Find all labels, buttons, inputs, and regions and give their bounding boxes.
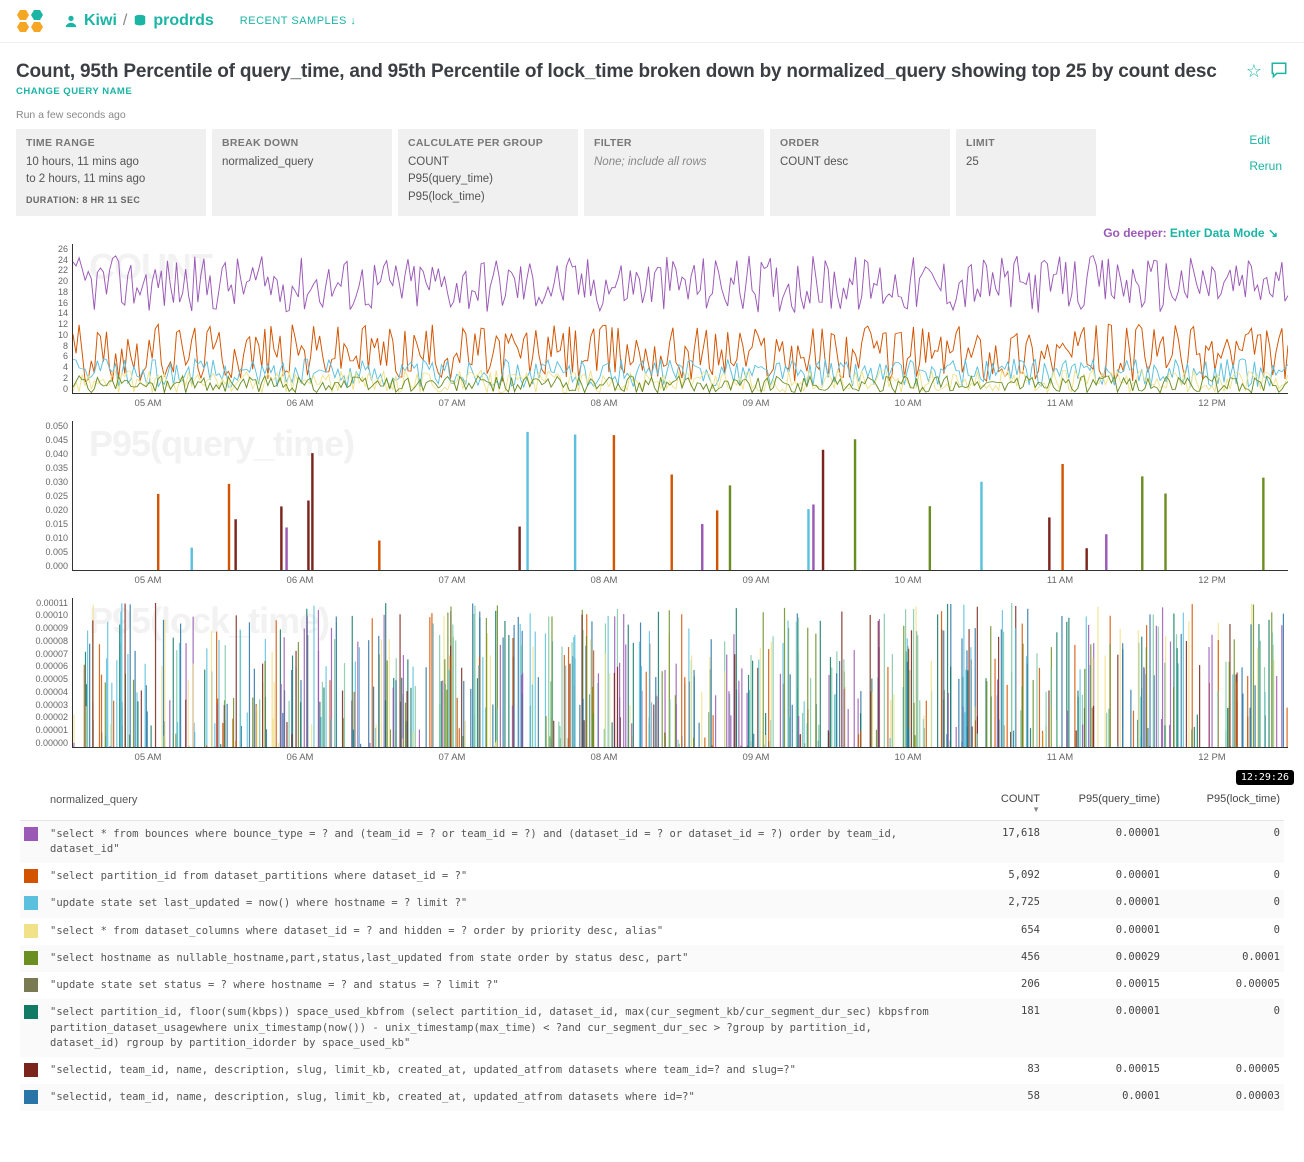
time-cursor-badge: 12:29:26 [1236,770,1294,785]
series-swatch [24,978,38,992]
col-p95lt[interactable]: P95(lock_time) [1160,793,1280,805]
cell-count: 206 [960,978,1040,990]
cell-count: 83 [960,1063,1040,1075]
database-icon [133,14,147,28]
cell-p95qt: 0.0001 [1040,1090,1160,1102]
cell-p95lt: 0 [1160,1005,1280,1017]
chart-count[interactable]: 26242220181614121086420 COUNT 05 AM06 AM… [28,244,1288,409]
table-row[interactable]: "update state set status = ? where hostn… [20,972,1284,999]
results-table: normalized_query COUNT▼ P95(query_time) … [16,787,1288,1152]
table-row[interactable]: "select hostname as nullable_hostname,pa… [20,945,1284,972]
cell-query: "select partition_id from dataset_partit… [50,869,960,884]
cell-p95lt: 0 [1160,896,1280,908]
cell-p95lt: 0.00005 [1160,978,1280,990]
series-swatch [24,1090,38,1104]
cell-p95lt: 0 [1160,869,1280,881]
param-order[interactable]: ORDER COUNT desc [770,129,950,216]
table-row[interactable]: "selectid, team_id, name, description, s… [20,1084,1284,1111]
series-swatch [24,896,38,910]
yaxis-qt: 0.0500.0450.0400.0350.0300.0250.0200.015… [28,421,72,571]
param-filter[interactable]: FILTER None; include all rows [584,129,764,216]
cell-p95qt: 0.00001 [1040,924,1160,936]
col-query[interactable]: normalized_query [50,793,960,809]
recent-samples-link[interactable]: RECENT SAMPLES ↓ [240,15,357,27]
param-limit[interactable]: LIMIT 25 [956,129,1096,216]
xaxis: 05 AM06 AM07 AM08 AM09 AM10 AM11 AM12 PM [72,571,1288,586]
change-query-name-link[interactable]: CHANGE QUERY NAME [16,86,1217,97]
param-calculate[interactable]: CALCULATE PER GROUP COUNT P95(query_time… [398,129,578,216]
cell-count: 654 [960,924,1040,936]
table-row[interactable]: "select * from bounces where bounce_type… [20,821,1284,863]
cell-p95qt: 0.00001 [1040,869,1160,881]
cell-query: "select * from bounces where bounce_type… [50,827,960,857]
cell-p95lt: 0.00005 [1160,1063,1280,1075]
col-count[interactable]: COUNT▼ [960,793,1040,814]
run-timestamp: Run a few seconds ago [16,109,1217,121]
col-p95qt[interactable]: P95(query_time) [1040,793,1160,805]
star-icon[interactable]: ☆ [1246,61,1262,84]
go-deeper-label: Go deeper: [1103,226,1166,240]
table-row[interactable]: "select * from dataset_columns where dat… [20,918,1284,945]
page-title: Count, 95th Percentile of query_time, an… [16,61,1217,83]
sort-desc-icon: ▼ [960,805,1040,814]
breadcrumb-user[interactable]: Kiwi [84,12,117,30]
series-swatch [24,827,38,841]
cell-p95qt: 0.00001 [1040,827,1160,839]
cell-query: "select partition_id, floor(sum(kbps)) s… [50,1005,960,1051]
cell-p95qt: 0.00001 [1040,896,1160,908]
cell-query: "selectid, team_id, name, description, s… [50,1063,960,1078]
table-row[interactable]: "select partition_id, floor(sum(kbps)) s… [20,999,1284,1057]
cell-p95qt: 0.00029 [1040,951,1160,963]
breadcrumb-dataset[interactable]: prodrds [153,12,213,30]
cell-count: 2,725 [960,896,1040,908]
yaxis-lt: 0.000110.000100.000090.000080.000070.000… [28,598,72,748]
table-row[interactable]: "select partition_id from dataset_partit… [20,863,1284,890]
cell-count: 456 [960,951,1040,963]
xaxis: 05 AM06 AM07 AM08 AM09 AM10 AM11 AM12 PM [72,394,1288,409]
topbar: Kiwi / prodrds RECENT SAMPLES ↓ [0,0,1304,43]
user-icon [64,14,78,28]
cell-p95lt: 0 [1160,924,1280,936]
series-swatch [24,869,38,883]
table-row[interactable]: "update state set last_updated = now() w… [20,890,1284,917]
param-timerange[interactable]: TIME RANGE 10 hours, 11 mins ago to 2 ho… [16,129,206,216]
query-params: TIME RANGE 10 hours, 11 mins ago to 2 ho… [16,129,1288,216]
cell-p95lt: 0.00003 [1160,1090,1280,1102]
chart-p95-query-time[interactable]: 0.0500.0450.0400.0350.0300.0250.0200.015… [28,421,1288,586]
chart-p95-lock-time[interactable]: 0.000110.000100.000090.000080.000070.000… [28,598,1288,763]
param-breakdown[interactable]: BREAK DOWN normalized_query [212,129,392,216]
cell-p95lt: 0.0001 [1160,951,1280,963]
table-header: normalized_query COUNT▼ P95(query_time) … [20,787,1284,821]
cell-query: "select hostname as nullable_hostname,pa… [50,951,960,966]
breadcrumb[interactable]: Kiwi / prodrds [64,12,214,30]
comment-icon[interactable] [1270,61,1288,84]
series-swatch [24,924,38,938]
series-swatch [24,951,38,965]
cell-p95qt: 0.00015 [1040,1063,1160,1075]
series-swatch [24,1063,38,1077]
series-swatch [24,1005,38,1019]
enter-data-mode-link[interactable]: Enter Data Mode ↘ [1170,226,1278,240]
breadcrumb-sep: / [123,12,127,30]
cell-count: 181 [960,1005,1040,1017]
cell-p95qt: 0.00001 [1040,1005,1160,1017]
rerun-link[interactable]: Rerun [1249,159,1282,173]
cell-count: 58 [960,1090,1040,1102]
logo-icon [16,6,56,36]
cell-p95qt: 0.00015 [1040,978,1160,990]
cell-count: 5,092 [960,869,1040,881]
yaxis-count: 26242220181614121086420 [28,244,72,394]
cell-query: "update state set status = ? where hostn… [50,978,960,993]
cell-count: 17,618 [960,827,1040,839]
xaxis: 05 AM06 AM07 AM08 AM09 AM10 AM11 AM12 PM [72,748,1288,763]
edit-link[interactable]: Edit [1249,133,1282,147]
table-row[interactable]: "selectid, team_id, name, description, s… [20,1057,1284,1084]
cell-p95lt: 0 [1160,827,1280,839]
cell-query: "select * from dataset_columns where dat… [50,924,960,939]
cell-query: "update state set last_updated = now() w… [50,896,960,911]
cell-query: "selectid, team_id, name, description, s… [50,1090,960,1105]
